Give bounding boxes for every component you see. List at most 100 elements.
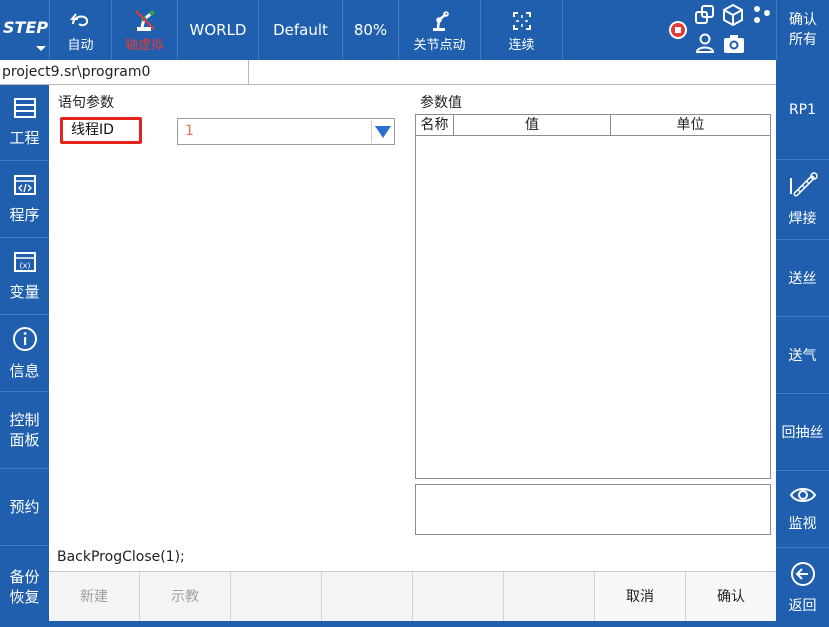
sidebar-item-label: 控制面板 — [9, 411, 40, 449]
param-values-table[interactable]: 名称 值 单位 — [415, 114, 771, 479]
bottom-strip — [0, 621, 829, 627]
sidebar-item-info[interactable]: 信息 — [0, 315, 49, 392]
toolbar-spacer — [562, 0, 664, 60]
teach-button[interactable]: 示教 — [140, 572, 231, 622]
step-logo: STEP — [3, 18, 49, 37]
svg-text:(x): (x) — [19, 261, 30, 270]
continuous-icon — [510, 8, 534, 34]
sim-label: 轴虚拟 — [124, 37, 164, 53]
statement-editor: 语句参数 线程ID 1 参数值 名称 值 单位 BackProgClose(1)… — [49, 85, 776, 571]
back-arrow-icon — [790, 561, 816, 591]
right-sidebar: RP1 焊接 送丝 送气 回抽丝 监视 返回 — [776, 60, 829, 627]
column-header-unit: 单位 — [676, 117, 705, 133]
new-button[interactable]: 新建 — [49, 572, 140, 622]
program-path: project9.sr\program0 — [2, 64, 151, 80]
sidebar-item-project[interactable]: 工程 — [0, 85, 49, 161]
empty-slot-2 — [322, 572, 413, 622]
sidebar-item-label: 焊接 — [788, 210, 817, 227]
tool-select-button[interactable]: Default — [258, 0, 342, 60]
confirm-all-button[interactable]: 确认所有 — [776, 0, 829, 60]
description-box — [415, 484, 771, 535]
empty-slot-3 — [413, 572, 504, 622]
sidebar-item-label: 返回 — [788, 597, 817, 614]
stop-icon[interactable] — [668, 20, 688, 44]
continuous-button[interactable]: 连续 — [480, 0, 562, 60]
project-icon — [13, 97, 37, 124]
confirm-all-label: 确认所有 — [789, 12, 817, 48]
confirm-button[interactable]: 确认 — [686, 572, 776, 622]
sidebar-item-label: 程序 — [9, 205, 40, 224]
confirm-label: 确认 — [717, 589, 745, 605]
continuous-label: 连续 — [508, 37, 535, 53]
cube-icon[interactable] — [722, 3, 744, 31]
column-header-name: 名称 — [416, 115, 454, 135]
dropdown-button[interactable] — [371, 120, 393, 143]
step-menu-button[interactable]: STEP — [0, 0, 49, 60]
sidebar-item-back[interactable]: 返回 — [776, 548, 829, 627]
thread-id-value: 1 — [185, 123, 194, 139]
triangle-down-icon — [375, 126, 391, 138]
speed-label: 80% — [353, 21, 388, 39]
sidebar-item-program[interactable]: 程序 — [0, 161, 49, 238]
sidebar-item-label: 监视 — [788, 516, 817, 532]
statement-preview: BackProgClose(1); — [57, 549, 185, 565]
mode-auto-button[interactable]: 自动 — [49, 0, 111, 60]
joint-jog-icon — [428, 8, 452, 34]
auto-mode-icon — [69, 8, 93, 34]
sidebar-item-label: 工程 — [9, 129, 40, 147]
column-header-value: 值 — [454, 115, 611, 135]
left-sidebar: 工程 程序 (x) 变量 信息 控制面板 预约 备份恢复 — [0, 85, 49, 627]
new-label: 新建 — [80, 589, 108, 605]
sidebar-item-wire-retract[interactable]: 回抽丝 — [776, 394, 829, 471]
layers-icon[interactable] — [694, 4, 716, 30]
tool-label: Default — [273, 21, 328, 39]
top-toolbar: STEP 自动 轴虚拟 WORLD Default 80% 关节点动 连续 确认… — [0, 0, 829, 60]
statement-params-title: 语句参数 — [58, 95, 114, 111]
dots-icon[interactable] — [752, 4, 772, 30]
camera-icon[interactable] — [722, 33, 746, 59]
action-bar: 新建 示教 取消 确认 — [49, 571, 776, 622]
info-icon — [12, 326, 38, 357]
eye-icon — [789, 485, 817, 509]
jog-label: 关节点动 — [413, 37, 466, 53]
sidebar-item-label: 信息 — [9, 361, 40, 380]
sidebar-item-variable[interactable]: (x) 变量 — [0, 238, 49, 315]
empty-slot-1 — [231, 572, 322, 622]
chevron-down-icon — [36, 46, 46, 51]
user-login-icon[interactable] — [694, 32, 716, 58]
sidebar-item-gas-feed[interactable]: 送气 — [776, 317, 829, 394]
thread-id-label[interactable]: 线程ID — [60, 117, 142, 144]
sidebar-item-schedule[interactable]: 预约 — [0, 469, 49, 546]
param-values-title: 参数值 — [420, 95, 462, 111]
speed-button[interactable]: 80% — [342, 0, 398, 60]
sidebar-item-label: 回抽丝 — [781, 425, 824, 441]
sidebar-item-rp1[interactable]: RP1 — [776, 60, 829, 160]
mode-label: 自动 — [67, 37, 94, 53]
table-header: 名称 值 单位 — [416, 115, 770, 136]
sidebar-item-label: RP1 — [788, 101, 817, 118]
program-path-bar: project9.sr\program0 — [0, 60, 776, 85]
sidebar-item-wire-feed[interactable]: 送丝 — [776, 240, 829, 317]
welding-torch-icon — [786, 171, 820, 204]
thread-id-dropdown[interactable]: 1 — [177, 118, 395, 145]
empty-slot-4 — [504, 572, 595, 622]
axis-virtual-button[interactable]: 轴虚拟 — [111, 0, 177, 60]
sidebar-item-label: 备份恢复 — [9, 567, 40, 606]
status-icons — [664, 0, 776, 60]
sidebar-item-control-panel[interactable]: 控制面板 — [0, 392, 49, 469]
path-divider — [248, 60, 249, 84]
robot-arm-icon — [132, 8, 158, 34]
coordinate-system-button[interactable]: WORLD — [177, 0, 258, 60]
cancel-button[interactable]: 取消 — [595, 572, 686, 622]
sidebar-item-monitor[interactable]: 监视 — [776, 471, 829, 548]
sidebar-item-backup-restore[interactable]: 备份恢复 — [0, 546, 49, 627]
sidebar-item-welding[interactable]: 焊接 — [776, 160, 829, 240]
coord-label: WORLD — [189, 21, 247, 39]
joint-jog-button[interactable]: 关节点动 — [398, 0, 480, 60]
sidebar-item-label: 送气 — [788, 348, 817, 364]
program-icon — [13, 174, 37, 201]
teach-label: 示教 — [171, 589, 199, 605]
sidebar-item-label: 送丝 — [788, 271, 817, 287]
thread-id-label-text: 线程ID — [71, 122, 114, 138]
sidebar-item-label: 变量 — [9, 282, 40, 301]
